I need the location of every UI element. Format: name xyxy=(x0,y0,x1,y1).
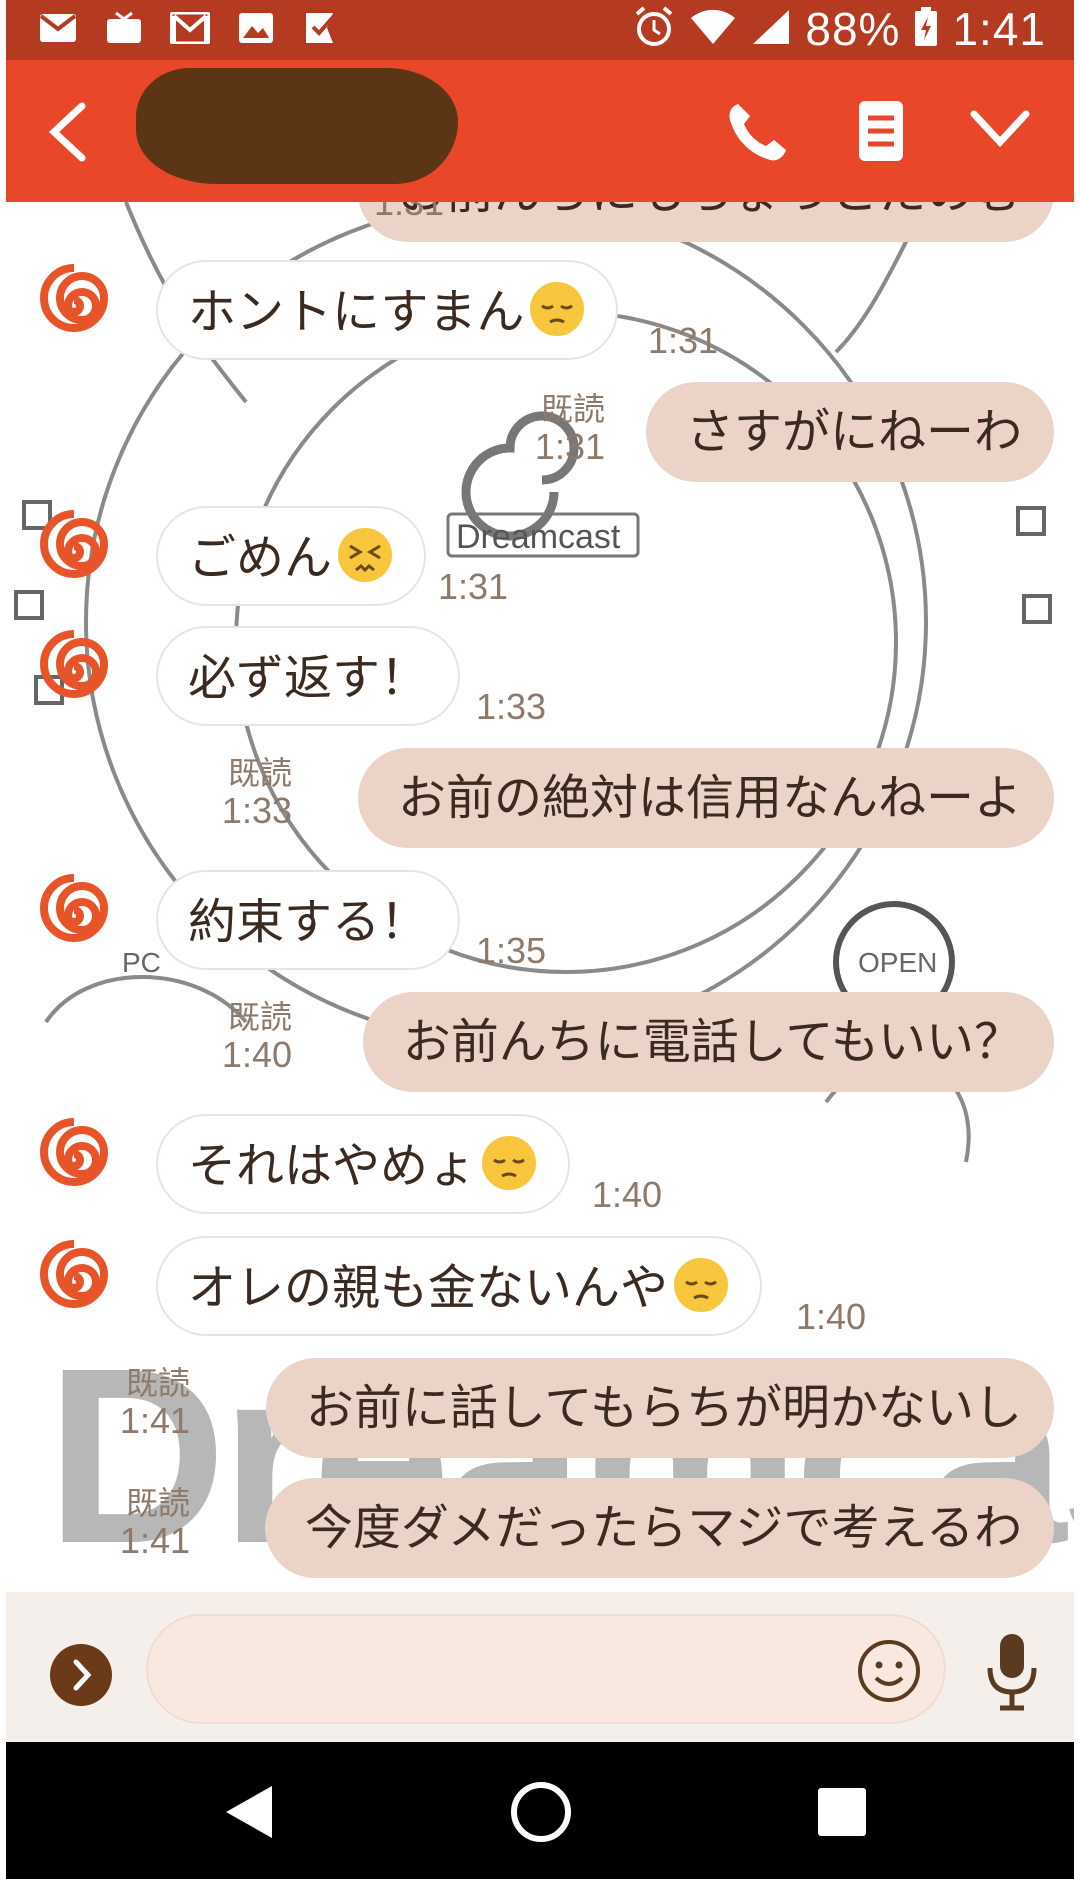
system-navigation-bar xyxy=(6,1742,1074,1879)
alarm-icon xyxy=(633,5,675,53)
message-time: 1:31 xyxy=(438,566,509,607)
message-text: ホントにすまん xyxy=(188,284,525,340)
message-text: 今度ダメだったらマジで考えるわ xyxy=(304,1500,1022,1556)
message-bubble-outgoing[interactable]: お前に話してもらちが明かないし xyxy=(265,1358,1054,1458)
message-bubble-outgoing[interactable]: さすがにねーわ xyxy=(645,382,1054,482)
gmail-icon xyxy=(168,8,212,48)
message-input-bar xyxy=(6,1592,1074,1742)
message-text: さすがにねーわ xyxy=(685,404,1022,460)
message-time: 1:35 xyxy=(476,930,547,971)
nav-home-button[interactable] xyxy=(509,1780,573,1844)
message-time: 1:41 xyxy=(119,1520,190,1561)
message-bubble-incoming[interactable]: ホントにすまん xyxy=(156,260,619,360)
avatar-dreamcast-swirl[interactable] xyxy=(28,626,120,718)
message-text: お前に話してもらちが明かないし xyxy=(305,1380,1022,1436)
message-bubble-incoming[interactable]: それはやめょ xyxy=(156,1114,571,1214)
read-label: 既読 xyxy=(125,1484,190,1522)
message-time: 1:41 xyxy=(119,1400,190,1441)
message-text: オレの親も金ないんや xyxy=(188,1260,669,1316)
message-bubble-incoming[interactable]: 必ず返す！ xyxy=(156,626,461,726)
message-text: 約束する！ xyxy=(188,894,429,950)
message-text: 必ず返す！ xyxy=(188,650,429,706)
contact-name-redacted xyxy=(136,68,458,184)
read-receipt: 既読 1:31 xyxy=(521,390,605,466)
read-label: 既読 xyxy=(125,1364,190,1402)
voice-input-button[interactable] xyxy=(984,1632,1040,1712)
message-text: お前んちにもちょっとたのむ xyxy=(398,202,1022,220)
message-bubble-outgoing[interactable]: お前の絶対は信用なんねーよ xyxy=(357,748,1054,848)
pensive-emoji-icon xyxy=(482,1136,537,1190)
chevron-down-icon xyxy=(970,110,1030,148)
message-text: お前んちに電話してもいい？ xyxy=(402,1014,1022,1070)
message-time: 1:40 xyxy=(796,1296,867,1337)
mail-icon xyxy=(36,8,80,48)
read-label: 既読 xyxy=(227,998,292,1036)
read-receipt: 既読 1:33 xyxy=(208,754,292,830)
status-bar: 88% 1:41 xyxy=(6,0,1074,60)
read-label: 既読 xyxy=(540,390,605,428)
nav-back-button[interactable] xyxy=(220,1782,276,1842)
clock: 1:41 xyxy=(952,3,1046,55)
message-text: ごめん xyxy=(188,530,333,586)
signal-icon xyxy=(751,8,791,50)
pensive-emoji-icon xyxy=(530,282,585,336)
avatar-dreamcast-swirl[interactable] xyxy=(28,506,120,598)
message-text: お前の絶対は信用なんねーよ xyxy=(397,770,1022,826)
message-time: 1:33 xyxy=(221,790,292,831)
chevron-right-icon xyxy=(73,1659,92,1691)
pc-badge-text: PC xyxy=(122,947,161,978)
expand-menu-button[interactable] xyxy=(50,1644,112,1706)
microphone-icon xyxy=(987,1634,1037,1711)
message-input[interactable] xyxy=(146,1614,946,1724)
avatar-dreamcast-swirl[interactable] xyxy=(28,870,120,962)
read-receipt: 既読 1:41 xyxy=(106,1484,190,1560)
message-bubble-outgoing[interactable]: 今度ダメだったらマジで考えるわ xyxy=(264,1478,1054,1578)
emoji-button[interactable] xyxy=(856,1638,922,1704)
nav-recents-button[interactable] xyxy=(818,1788,866,1836)
confounded-emoji-icon xyxy=(338,528,393,582)
message-bubble-outgoing[interactable]: お前んちにもちょっとたのむ xyxy=(357,202,1054,242)
circle-home-icon xyxy=(511,1782,571,1842)
back-icon xyxy=(48,102,86,162)
message-time: 1:31 xyxy=(374,202,445,223)
chat-area[interactable]: Dreamcast OPEN PC Dreamcast お前んちにもちょっとたの… xyxy=(6,202,1074,1592)
smiley-icon xyxy=(858,1640,920,1702)
battery-percent: 88% xyxy=(805,3,901,55)
read-receipt: 既読 1:40 xyxy=(208,998,292,1074)
open-badge-text: OPEN xyxy=(858,947,937,978)
message-time: 1:33 xyxy=(476,686,547,727)
task-icon xyxy=(300,8,344,48)
notes-icon xyxy=(859,101,903,161)
more-menu-button[interactable] xyxy=(968,108,1032,152)
chat-header xyxy=(6,60,1074,202)
message-bubble-incoming[interactable]: ごめん xyxy=(156,506,427,606)
message-time: 1:40 xyxy=(592,1174,663,1215)
message-bubble-incoming[interactable]: オレの親も金ないんや xyxy=(156,1236,763,1336)
avatar-dreamcast-swirl[interactable] xyxy=(28,260,120,352)
triangle-back-icon xyxy=(226,1786,272,1838)
battery-charging-icon xyxy=(914,7,938,51)
phone-screen: 88% 1:41 Dreamcast OPEN PC 1:31 ホントにすまん … xyxy=(6,0,1074,1879)
avatar-dreamcast-swirl[interactable] xyxy=(28,1114,120,1206)
message-bubble-incoming[interactable]: 約束する！ xyxy=(156,870,461,970)
back-button[interactable] xyxy=(42,100,98,164)
read-receipt: 既読 1:41 xyxy=(106,1364,190,1440)
pensive-emoji-icon xyxy=(674,1258,729,1312)
notes-button[interactable] xyxy=(856,98,906,164)
dreamcast-logo-text: Dreamcast xyxy=(456,518,621,556)
message-bubble-outgoing[interactable]: お前んちに電話してもいい？ xyxy=(362,992,1054,1092)
tv-icon xyxy=(102,8,146,48)
message-time: 1:31 xyxy=(648,320,719,361)
image-icon xyxy=(234,8,278,48)
message-time: 1:40 xyxy=(221,1034,292,1075)
phone-icon xyxy=(729,104,786,161)
avatar-dreamcast-swirl[interactable] xyxy=(28,1236,120,1328)
wifi-icon xyxy=(689,8,737,50)
message-time: 1:31 xyxy=(534,426,605,467)
read-label: 既読 xyxy=(227,754,292,792)
message-text: それはやめょ xyxy=(188,1138,477,1194)
call-button[interactable] xyxy=(724,100,788,164)
